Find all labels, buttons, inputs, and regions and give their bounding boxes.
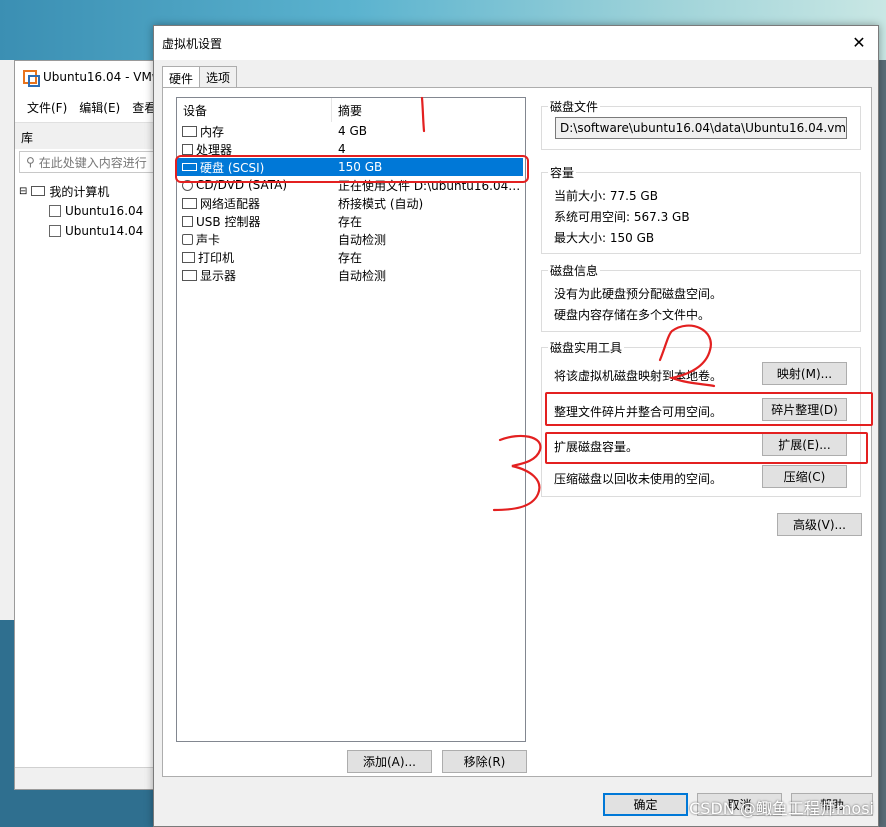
annotation-number-2 [658,324,716,388]
csdn-watermark: CSDN @鲰鱼工程师mosi [689,799,874,818]
annotation-strokes [420,96,716,512]
annotation-number-3 [492,434,542,512]
annotation-number-1 [420,96,426,133]
